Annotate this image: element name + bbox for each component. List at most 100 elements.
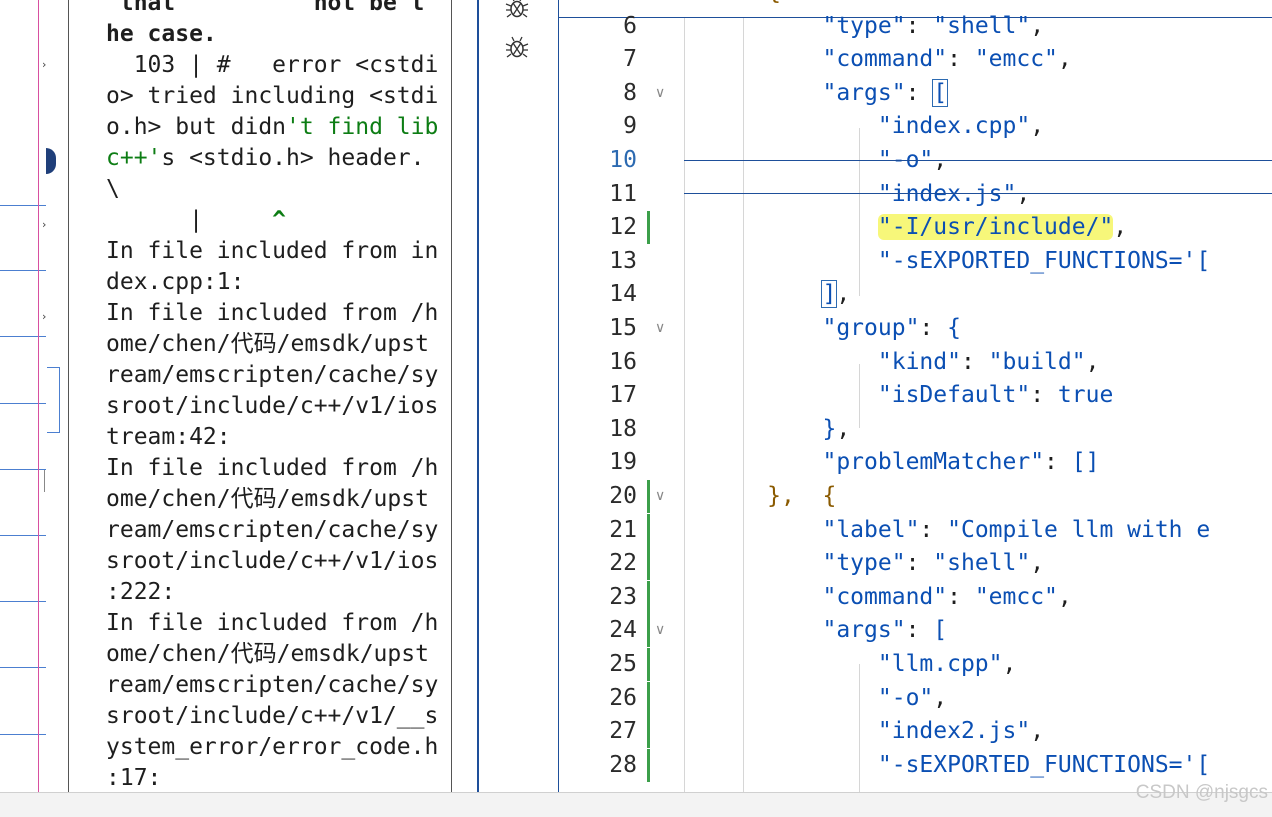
git-added-marker[interactable] (647, 681, 650, 715)
code-text: "llm.cpp", (684, 648, 1016, 681)
terminal-line: sroot/include/c++/v1/ios (106, 546, 438, 577)
line-number[interactable]: 19 (559, 446, 637, 479)
git-added-marker[interactable] (647, 580, 650, 614)
code-line[interactable]: 7 "command": "emcc", (559, 43, 1272, 76)
terminal-text: In file included from /h (106, 455, 439, 481)
line-number[interactable]: 21 (559, 514, 637, 547)
code-editor[interactable]: 4 {6 "type": "shell",7 "command": "emcc"… (559, 0, 1272, 792)
chevron-down-icon[interactable]: ∨ (655, 622, 665, 638)
code-line[interactable]: 4 { (559, 0, 1272, 9)
scroll-indicator[interactable] (46, 148, 56, 174)
git-added-marker[interactable] (647, 748, 650, 782)
git-added-marker[interactable] (647, 211, 650, 245)
code-line[interactable]: 19 "problemMatcher": [] (559, 446, 1272, 479)
code-text: "args": [ (684, 614, 947, 647)
line-number[interactable]: 26 (559, 682, 637, 715)
terminal-text: sroot/include/c++/v1/__s (106, 703, 439, 729)
code-token: "Compile llm with e (947, 516, 1211, 543)
code-line[interactable]: 14 ], (559, 278, 1272, 311)
line-number[interactable]: 7 (559, 43, 637, 76)
chevron-right-icon[interactable]: › (42, 58, 46, 71)
chevron-down-icon[interactable]: ∨ (655, 488, 665, 504)
git-added-marker[interactable] (647, 614, 650, 648)
line-number[interactable]: 28 (559, 749, 637, 782)
code-line[interactable]: 12 "-I/usr/include/", (559, 211, 1272, 245)
terminal-output[interactable]: that not be t he case. 103 | # error <cst… (69, 0, 451, 792)
terminal-text: | (106, 207, 273, 233)
code-line[interactable]: 17 "isDefault": true (559, 379, 1272, 412)
code-line[interactable]: 22 "type": "shell", (559, 547, 1272, 581)
code-token: : (905, 617, 934, 644)
terminal-text: sroot/include/c++/v1/ios (106, 393, 439, 419)
line-number[interactable]: 4 (559, 0, 637, 9)
chevron-down-icon[interactable]: ∨ (655, 320, 665, 336)
line-number[interactable]: 8 (559, 77, 637, 110)
line-number[interactable]: 27 (559, 715, 637, 748)
code-line[interactable]: 28 "-sEXPORTED_FUNCTIONS='[ (559, 748, 1272, 782)
line-number[interactable]: 9 (559, 110, 637, 143)
code-line[interactable]: 25 "llm.cpp", (559, 648, 1272, 681)
line-number[interactable]: 23 (559, 581, 637, 614)
git-added-marker[interactable] (647, 513, 650, 547)
code-token: "group" (822, 315, 920, 341)
code-line[interactable]: 27 "index2.js", (559, 715, 1272, 749)
terminal-line: he case. (106, 19, 438, 50)
code-text: "kind": "build", (684, 346, 1100, 379)
code-token: , (1002, 651, 1017, 677)
terminal-line: o.h> but didn't find lib (106, 112, 438, 143)
line-number[interactable]: 24 (559, 614, 637, 647)
code-line[interactable]: 23 "command": "emcc", (559, 580, 1272, 614)
divider (451, 0, 452, 792)
terminal-text: ^ (272, 207, 287, 233)
code-text: "command": "emcc", (684, 581, 1071, 614)
code-line[interactable]: 18 }, (559, 413, 1272, 446)
code-line[interactable]: 15 ∨ "group": { (559, 312, 1272, 345)
line-number[interactable]: 10 (559, 144, 637, 177)
git-added-marker[interactable] (647, 480, 650, 513)
code-line[interactable]: 9 "index.cpp", (559, 110, 1272, 143)
code-line[interactable]: 24 ∨ "args": [ (559, 614, 1272, 648)
line-number[interactable]: 22 (559, 547, 637, 580)
chevron-down-icon[interactable]: ∨ (655, 85, 665, 101)
code-line[interactable]: 21 "label": "Compile llm with e (559, 513, 1272, 547)
code-line[interactable]: 16 "kind": "build", (559, 346, 1272, 379)
code-line[interactable]: 6 "type": "shell", (559, 10, 1272, 43)
chevron-right-icon[interactable]: › (42, 310, 46, 323)
code-token: "command" (822, 583, 948, 610)
terminal-text: he case. (106, 21, 217, 47)
code-token: "llm.cpp" (877, 651, 1003, 677)
line-number[interactable]: 20 (559, 480, 637, 513)
code-line[interactable]: 11 "index.js", (559, 178, 1272, 211)
code-text: { (684, 0, 781, 9)
bug-icon[interactable] (504, 34, 530, 60)
code-line[interactable]: 26 "-o", (559, 681, 1272, 715)
terminal-line: c++'s <stdio.h> header. (106, 143, 438, 174)
line-number[interactable]: 16 (559, 346, 637, 379)
code-text: "group": { (684, 312, 961, 345)
chevron-right-icon[interactable]: › (42, 218, 46, 231)
line-number[interactable]: 13 (559, 245, 637, 278)
code-line[interactable]: 13 "-sEXPORTED_FUNCTIONS='[ (559, 245, 1272, 278)
line-number[interactable]: 25 (559, 648, 637, 681)
git-added-marker[interactable] (647, 715, 650, 749)
bug-icon[interactable] (504, 0, 530, 20)
git-added-marker[interactable] (647, 547, 650, 581)
line-number[interactable]: 12 (559, 211, 637, 244)
git-added-marker[interactable] (647, 648, 650, 681)
code-token: , (1030, 550, 1045, 577)
terminal-text: c++' (106, 145, 162, 171)
line-number[interactable]: 17 (559, 379, 637, 412)
line-number[interactable]: 18 (559, 413, 637, 446)
code-line[interactable]: 20 ∨ }, { (559, 480, 1272, 513)
line-number[interactable]: 6 (559, 10, 637, 43)
code-line[interactable]: 8 ∨ "args": [ (559, 77, 1272, 110)
code-token: , (1085, 348, 1100, 375)
terminal-lines: that not be t he case. 103 | # error <cst… (106, 0, 438, 792)
line-number[interactable]: 15 (559, 312, 637, 345)
line-number[interactable]: 11 (559, 178, 637, 211)
line-number[interactable]: 14 (559, 278, 637, 311)
terminal-line: ream/emscripten/cache/sy (106, 515, 438, 546)
